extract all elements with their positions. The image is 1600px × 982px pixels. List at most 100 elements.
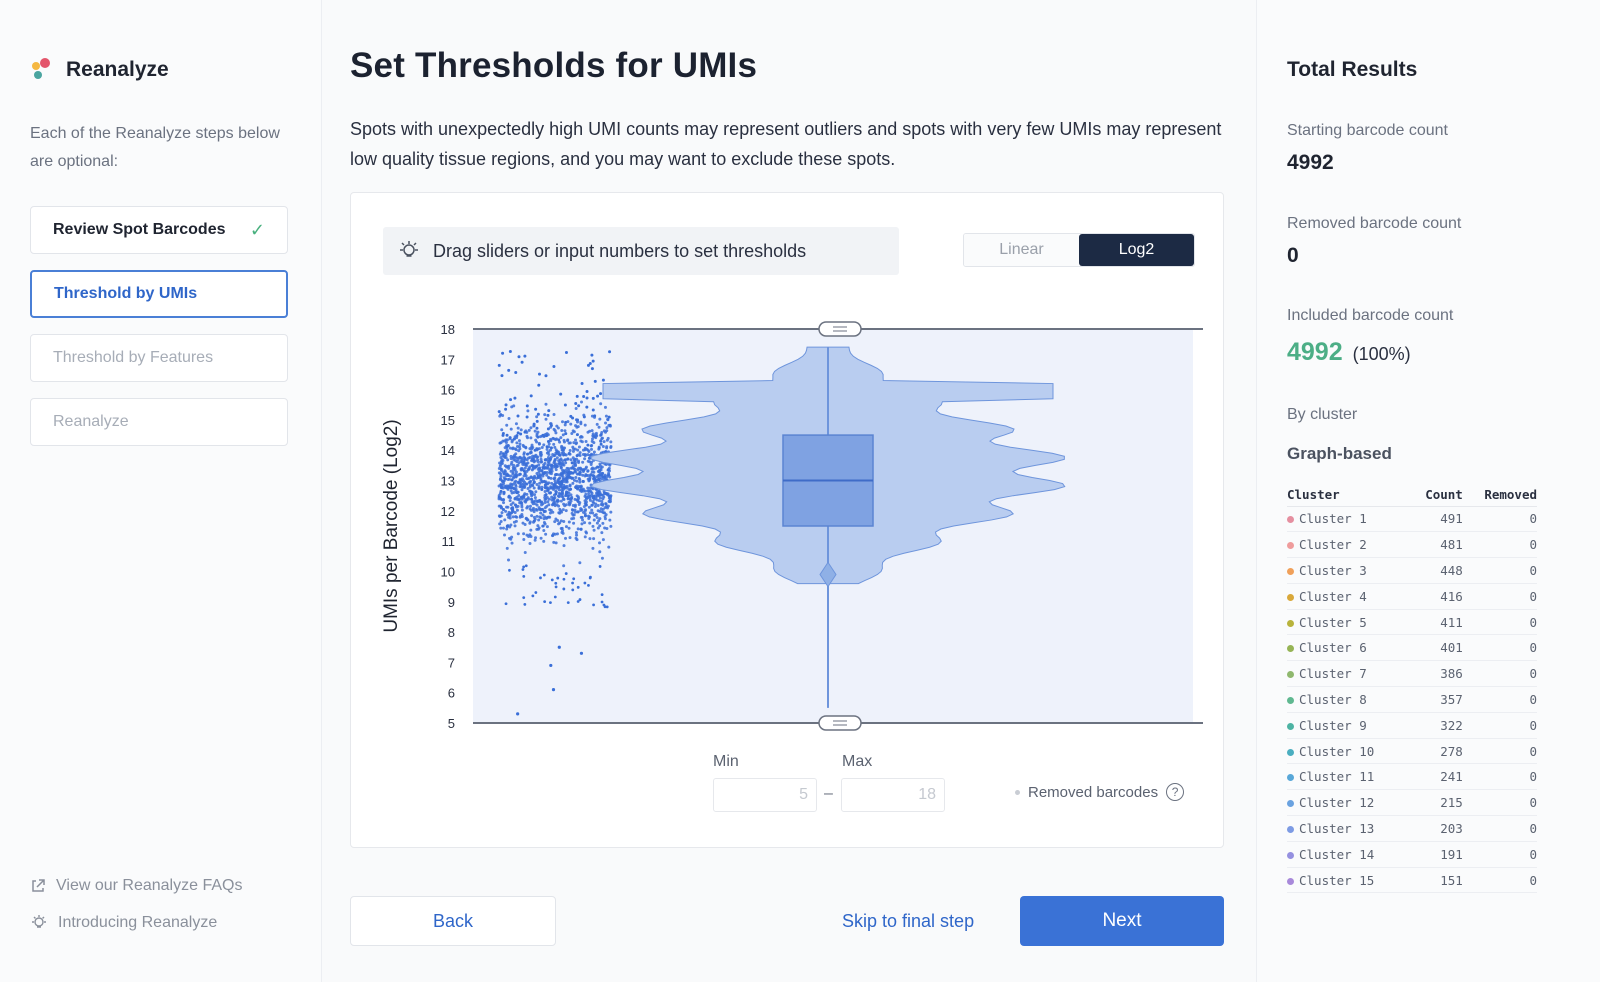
step-threshold-by-umis[interactable]: Threshold by UMIs <box>30 270 288 318</box>
barcode-point <box>597 425 601 429</box>
barcode-point <box>537 467 541 471</box>
faq-link[interactable]: View our Reanalyze FAQs <box>30 877 242 895</box>
barcode-point <box>601 472 605 476</box>
step-reanalyze[interactable]: Reanalyze <box>30 398 288 446</box>
barcode-point <box>585 389 589 393</box>
barcode-point <box>607 471 611 475</box>
cluster-name-cell: Cluster 5 <box>1287 609 1410 636</box>
step-review-spot-barcodes[interactable]: Review Spot Barcodes ✓ <box>30 206 288 254</box>
barcode-point <box>542 529 546 533</box>
removed-count-label: Removed barcode count <box>1287 215 1462 232</box>
barcode-point <box>565 474 569 478</box>
barcode-point <box>609 524 613 528</box>
barcode-point <box>546 440 550 444</box>
barcode-point <box>601 378 605 382</box>
barcode-point <box>522 532 526 536</box>
barcode-point <box>590 439 594 443</box>
cluster-name-cell: Cluster 15 <box>1287 867 1410 894</box>
cluster-name: Cluster 8 <box>1299 691 1367 707</box>
barcode-point <box>536 476 540 480</box>
barcode-point <box>509 503 513 507</box>
barcode-point <box>591 511 595 515</box>
barcode-point <box>581 460 585 464</box>
max-slider-handle[interactable] <box>818 321 862 337</box>
barcode-point <box>533 448 537 452</box>
help-icon[interactable]: ? <box>1166 783 1185 801</box>
barcode-point <box>575 494 579 498</box>
barcode-point <box>590 444 594 448</box>
barcode-point <box>577 404 581 408</box>
barcode-point <box>522 596 526 600</box>
y-tick-label: 13 <box>441 474 455 489</box>
barcode-point <box>608 518 612 522</box>
barcode-point <box>601 445 605 449</box>
barcode-point <box>583 509 587 513</box>
barcode-point <box>517 444 521 448</box>
barcode-point <box>605 438 609 442</box>
next-button[interactable]: Next <box>1020 896 1224 946</box>
intro-link[interactable]: Introducing Reanalyze <box>30 914 217 932</box>
barcode-point <box>536 499 540 503</box>
barcode-point <box>605 429 609 433</box>
barcode-point <box>503 533 507 537</box>
min-threshold-input[interactable]: 5 <box>713 778 817 812</box>
barcode-point <box>514 422 518 426</box>
barcode-point <box>549 423 553 427</box>
barcode-point <box>567 471 571 475</box>
barcode-point <box>554 468 558 472</box>
barcode-point <box>504 602 508 606</box>
cluster-color-dot-icon <box>1287 645 1294 653</box>
barcode-point <box>517 439 521 443</box>
barcode-point <box>595 422 599 426</box>
min-slider-handle[interactable] <box>818 715 862 731</box>
back-button[interactable]: Back <box>350 896 556 946</box>
threshold-card: Drag sliders or input numbers to set thr… <box>350 192 1224 848</box>
barcode-point <box>584 439 588 443</box>
barcode-point <box>568 483 572 487</box>
barcode-point <box>517 355 521 359</box>
barcode-point <box>519 495 523 499</box>
barcode-point <box>552 477 556 481</box>
barcode-point <box>583 457 587 461</box>
barcode-point <box>591 434 595 438</box>
cluster-color-dot-icon <box>1287 593 1294 601</box>
barcode-point <box>543 458 547 462</box>
barcode-point <box>537 442 541 446</box>
barcode-point <box>519 428 523 432</box>
barcode-point <box>535 514 539 518</box>
barcode-point <box>553 595 557 599</box>
barcode-point <box>527 428 531 432</box>
barcode-point <box>558 507 562 511</box>
barcode-point <box>535 432 539 436</box>
col-header-count: Count <box>1409 484 1463 507</box>
barcode-point <box>607 415 611 419</box>
barcode-point <box>556 426 560 430</box>
barcode-point <box>598 417 602 421</box>
barcode-point <box>547 503 551 507</box>
brand-name: Reanalyze <box>66 58 169 81</box>
barcode-point <box>525 477 529 481</box>
barcode-point <box>572 577 576 581</box>
barcode-point <box>557 451 561 455</box>
barcode-point <box>550 495 554 499</box>
y-tick-label: 10 <box>441 564 455 579</box>
y-tick-label: 15 <box>441 413 455 428</box>
barcode-point <box>522 451 526 455</box>
barcode-point <box>609 510 613 514</box>
barcode-point <box>526 452 530 456</box>
barcode-point <box>571 581 574 585</box>
max-threshold-input[interactable]: 18 <box>841 778 945 812</box>
barcode-point <box>506 477 510 481</box>
barcode-point <box>598 524 602 528</box>
included-count-label: Included barcode count <box>1287 307 1454 324</box>
barcode-point <box>583 535 587 539</box>
barcode-point <box>545 447 549 451</box>
skip-to-final-button[interactable]: Skip to final step <box>842 911 974 932</box>
barcode-point <box>563 458 567 462</box>
barcode-point <box>510 478 514 482</box>
barcode-point <box>522 460 526 464</box>
step-threshold-by-features[interactable]: Threshold by Features <box>30 334 288 382</box>
barcode-point <box>533 496 537 500</box>
barcode-point <box>571 588 575 592</box>
barcode-point <box>605 492 609 496</box>
